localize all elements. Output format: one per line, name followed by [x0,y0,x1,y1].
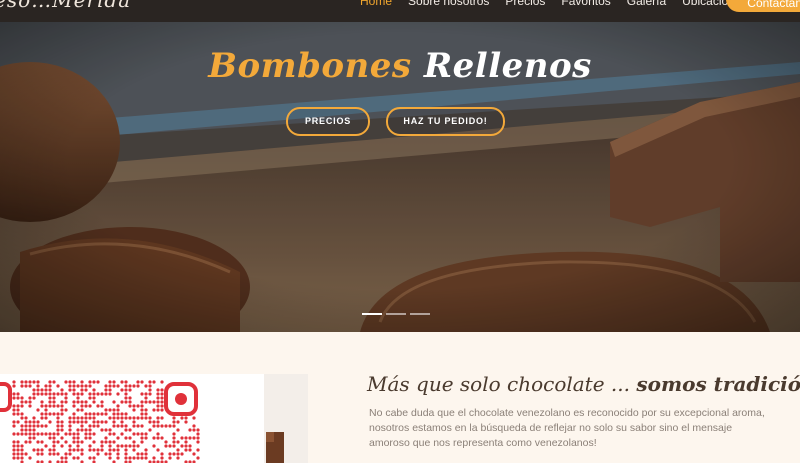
hero-title-part1: Bombones [208,46,412,86]
nav-item-sobre-nosotros[interactable]: Sobre nosotros [408,0,489,8]
about-body-line-2: nosotros estamos en la búsqueda de refle… [369,422,733,434]
about-body: No cabe duda que el chocolate venezolano… [369,406,800,451]
hero-title: Bombones Rellenos [0,46,800,86]
carousel-indicator-1[interactable] [362,313,382,315]
top-nav-bar: eso…Mérida Home Sobre nosotros Precios F… [0,0,800,22]
nav-item-precios[interactable]: Precios [505,0,545,8]
qr-code-image [0,374,308,463]
about-title-bold: somos tradición [636,372,800,396]
brand-logo-text[interactable]: eso…Mérida [0,0,131,12]
prices-button[interactable]: PRECIOS [286,107,370,136]
qr-code-graphic [0,374,308,463]
hero-carousel: Bombones Rellenos PRECIOS HAZ TU PEDIDO! [0,22,800,332]
about-title: Más que solo chocolate ... somos tradici… [367,372,800,396]
hero-title-part2: Rellenos [423,46,592,86]
about-body-line-3: amoroso que nos representa como venezola… [369,437,597,449]
about-title-regular: Más que solo chocolate ... [367,372,630,396]
carousel-indicator-3[interactable] [410,313,430,315]
main-nav: Home Sobre nosotros Precios Favoritos Ga… [360,0,735,8]
nav-item-favoritos[interactable]: Favoritos [561,0,610,8]
nav-item-galeria[interactable]: Galería [627,0,666,8]
order-button[interactable]: HAZ TU PEDIDO! [386,107,505,136]
carousel-indicator-2[interactable] [386,313,406,315]
contact-button[interactable]: Contáctanos [726,0,800,12]
about-body-line-1: No cabe duda que el chocolate venezolano… [369,407,765,419]
nav-item-home[interactable]: Home [360,0,392,8]
